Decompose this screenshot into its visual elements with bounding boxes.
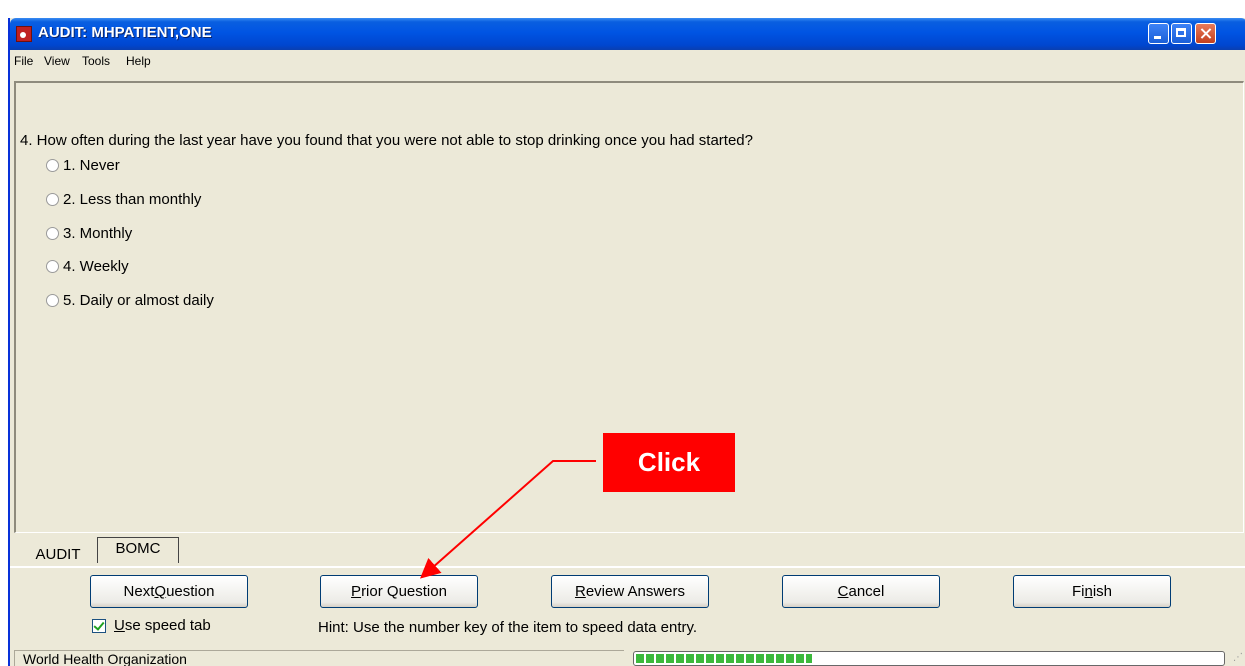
close-button[interactable] [1195, 23, 1216, 44]
progress-bar [633, 651, 1225, 666]
prior-question-button[interactable]: Prior Question [320, 575, 478, 608]
button-label: eview Answers [585, 583, 686, 600]
accelerator-key: C [837, 583, 849, 600]
radio-button[interactable] [46, 294, 59, 307]
option-label[interactable]: 4. Weekly [63, 258, 129, 275]
title-bar[interactable]: AUDIT: MHPATIENT,ONE [10, 18, 1245, 50]
radio-button[interactable] [46, 159, 59, 172]
radio-button[interactable] [46, 227, 59, 240]
checkbox-label-text: se speed tab [124, 617, 211, 634]
speed-tab-label[interactable]: Use speed tab [114, 617, 211, 634]
option-label[interactable]: 2. Less than monthly [63, 191, 201, 208]
audit-window: AUDIT: MHPATIENT,ONE File View Tools Hel… [8, 18, 1245, 666]
accelerator-key: U [114, 617, 125, 634]
button-label: ish [1092, 583, 1113, 600]
menu-tools[interactable]: Tools [82, 54, 110, 68]
button-label: uestion [166, 583, 215, 600]
finish-button[interactable]: Fi n ish [1013, 575, 1171, 608]
menu-file[interactable]: File [14, 54, 33, 68]
option-label[interactable]: 1. Never [63, 157, 120, 174]
tab-audit[interactable]: AUDIT [20, 544, 96, 568]
click-callout: Click [603, 433, 735, 492]
button-label: ancel [848, 583, 885, 600]
menu-bar: File View Tools Help [10, 50, 1245, 72]
next-question-button[interactable]: Next Question [90, 575, 248, 608]
option-label[interactable]: 3. Monthly [63, 225, 132, 242]
tab-strip: AUDIT BOMC [20, 537, 320, 565]
minimize-button[interactable] [1148, 23, 1169, 44]
accelerator-key: P [351, 583, 362, 600]
menu-help[interactable]: Help [126, 54, 151, 68]
radio-button[interactable] [46, 193, 59, 206]
question-text: 4. How often during the last year have y… [20, 132, 753, 149]
app-icon[interactable] [16, 26, 32, 42]
divider [10, 566, 1245, 568]
accelerator-key: R [574, 583, 586, 600]
option-label[interactable]: 5. Daily or almost daily [63, 292, 214, 309]
resize-grip-icon[interactable]: ⋰ [1233, 652, 1243, 663]
review-answers-button[interactable]: Review Answers [551, 575, 709, 608]
maximize-button[interactable] [1171, 23, 1192, 44]
cancel-button[interactable]: Cancel [782, 575, 940, 608]
checkbox-checked[interactable] [92, 619, 106, 633]
hint-text: Hint: Use the number key of the item to … [318, 619, 698, 636]
status-panel: World Health Organization [14, 650, 624, 666]
window-title: AUDIT: MHPATIENT,ONE [38, 24, 212, 41]
accelerator-key: Q [154, 583, 167, 600]
accelerator-key: n [1084, 583, 1093, 600]
button-label: rior Question [361, 583, 447, 600]
menu-view[interactable]: View [44, 54, 70, 68]
button-label: Next [123, 583, 155, 600]
radio-button[interactable] [46, 260, 59, 273]
status-bar: World Health Organization ⋰ [10, 648, 1245, 666]
progress-fill [636, 654, 812, 663]
tab-bomc[interactable]: BOMC [97, 537, 179, 563]
button-label: Fi [1071, 583, 1085, 600]
